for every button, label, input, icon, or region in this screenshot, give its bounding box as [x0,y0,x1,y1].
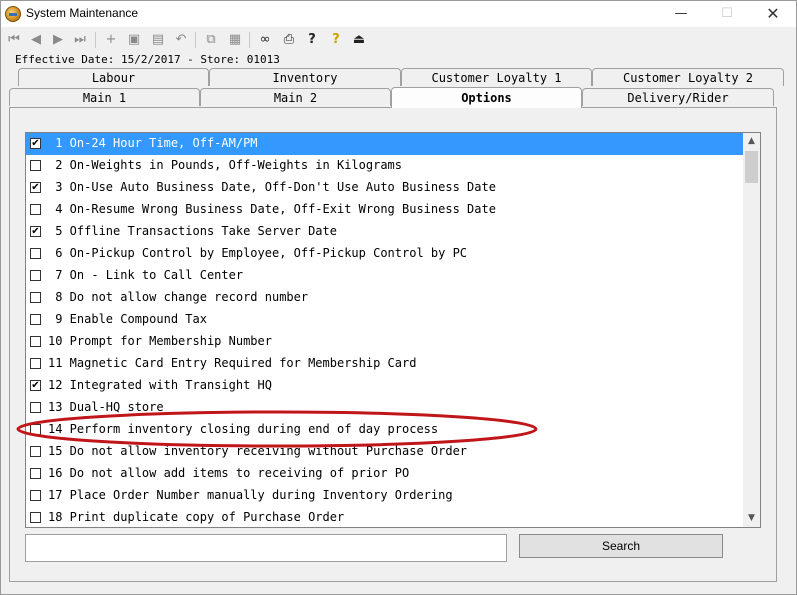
option-label: 4 On-Resume Wrong Business Date, Off-Exi… [48,202,496,216]
system-maintenance-window: System Maintenance — ☐ ✕ ⏮ ◀ ▶ ⏭ + ▣ ▤ ↶… [0,0,797,595]
next-record-icon[interactable]: ▶ [49,31,67,49]
option-label: 11 Magnetic Card Entry Required for Memb… [48,356,417,370]
minimize-button[interactable]: — [658,1,704,27]
paste-icon[interactable]: ▦ [226,31,244,49]
option-label: 15 Do not allow inventory receiving with… [48,444,468,458]
option-checkbox[interactable] [30,490,41,501]
maximize-button[interactable]: ☐ [704,1,750,27]
tab-customer-loyalty-2[interactable]: Customer Loyalty 2 [592,68,784,86]
option-label: 9 Enable Compound Tax [48,312,207,326]
toolbar: ⏮ ◀ ▶ ⏭ + ▣ ▤ ↶ ⧉ ▦ ∞ ⎙ ? ? ⏏ [1,28,796,52]
option-row[interactable]: 6 On-Pickup Control by Employee, Off-Pic… [26,243,744,265]
option-row[interactable]: 7 On - Link to Call Center [26,265,744,287]
help-icon[interactable]: ? [327,31,345,49]
search-input[interactable] [25,534,507,562]
toolbar-separator [95,32,96,48]
option-checkbox[interactable] [30,160,41,171]
copy-icon[interactable]: ⧉ [202,31,220,49]
option-row[interactable]: 17 Place Order Number manually during In… [26,485,744,507]
option-label: 3 On-Use Auto Business Date, Off-Don't U… [48,180,496,194]
option-row[interactable]: 15 Do not allow inventory receiving with… [26,441,744,463]
option-label: 13 Dual-HQ store [48,400,164,414]
option-label: 8 Do not allow change record number [48,290,309,304]
scroll-up-icon[interactable]: ▲ [743,133,760,150]
option-checkbox[interactable] [30,270,41,281]
exit-door-icon[interactable]: ⏏ [350,31,368,49]
option-checkbox[interactable] [30,446,41,457]
option-checkbox[interactable] [30,336,41,347]
option-label: 2 On-Weights in Pounds, Off-Weights in K… [48,158,403,172]
option-checkbox[interactable] [30,292,41,303]
option-checkbox[interactable] [30,512,41,523]
option-label: 18 Print duplicate copy of Purchase Orde… [48,510,345,524]
tab-labour[interactable]: Labour [18,68,209,86]
tab-main-1[interactable]: Main 1 [9,88,200,106]
option-row[interactable]: 11 Magnetic Card Entry Required for Memb… [26,353,744,375]
search-button[interactable]: Search [519,534,723,558]
option-checkbox[interactable] [30,358,41,369]
option-row[interactable]: 13 Dual-HQ store [26,397,744,419]
last-record-icon[interactable]: ⏭ [71,31,89,49]
option-checkbox[interactable] [30,314,41,325]
title-bar[interactable]: System Maintenance — ☐ ✕ [1,1,796,27]
printer-icon[interactable]: ⎙ [280,31,298,49]
option-row[interactable]: ✔ 3 On-Use Auto Business Date, Off-Don't… [26,177,744,199]
window-title: System Maintenance [26,6,139,20]
scroll-down-icon[interactable]: ▼ [743,510,760,527]
tab-main-2[interactable]: Main 2 [200,88,391,106]
option-row[interactable]: 9 Enable Compound Tax [26,309,744,331]
option-label: 1 On-24 Hour Time, Off-AM/PM [48,136,258,150]
option-label: 10 Prompt for Membership Number [48,334,272,348]
option-checkbox[interactable] [30,204,41,215]
options-checklist[interactable]: ✔ 1 On-24 Hour Time, Off-AM/PM 2 On-Weig… [25,132,761,528]
option-label: 16 Do not allow add items to receiving o… [48,466,410,480]
tab-options[interactable]: Options [391,87,582,108]
option-label: 5 Offline Transactions Take Server Date [48,224,337,238]
edit-icon[interactable]: ▣ [125,31,143,49]
option-row[interactable]: ✔ 1 On-24 Hour Time, Off-AM/PM [26,133,744,155]
toolbar-separator [249,32,250,48]
option-checkbox[interactable]: ✔ [30,138,41,149]
toolbar-separator [195,32,196,48]
tab-inventory[interactable]: Inventory [209,68,401,86]
tab-delivery-rider[interactable]: Delivery/Rider [582,88,774,106]
effective-date-label: Effective Date: 15/2/2017 - Store: 01013 [15,53,280,66]
option-row[interactable]: 8 Do not allow change record number [26,287,744,309]
option-checkbox[interactable] [30,248,41,259]
option-label: 17 Place Order Number manually during In… [48,488,453,502]
option-row[interactable]: 18 Print duplicate copy of Purchase Orde… [26,507,744,527]
option-row[interactable]: 10 Prompt for Membership Number [26,331,744,353]
help-pointer-icon[interactable]: ? [303,31,321,49]
option-row[interactable]: ✔ 12 Integrated with Transight HQ [26,375,744,397]
option-row[interactable]: 2 On-Weights in Pounds, Off-Weights in K… [26,155,744,177]
option-row[interactable]: ✔ 5 Offline Transactions Take Server Dat… [26,221,744,243]
scrollbar-thumb[interactable] [745,151,758,183]
option-label: 7 On - Link to Call Center [48,268,244,282]
option-checkbox[interactable] [30,424,41,435]
undo-icon[interactable]: ↶ [172,31,190,49]
option-label: 14 Perform inventory closing during end … [48,422,439,436]
save-icon[interactable]: ▤ [149,31,167,49]
option-checkbox[interactable]: ✔ [30,380,41,391]
binoculars-icon[interactable]: ∞ [256,31,274,49]
app-logo-icon [5,6,21,22]
previous-record-icon[interactable]: ◀ [27,31,45,49]
close-button[interactable]: ✕ [750,1,796,27]
first-record-icon[interactable]: ⏮ [5,31,23,49]
option-label: 6 On-Pickup Control by Employee, Off-Pic… [48,246,468,260]
option-checkbox[interactable] [30,468,41,479]
option-checkbox[interactable]: ✔ [30,226,41,237]
add-icon[interactable]: + [102,31,120,49]
option-label: 12 Integrated with Transight HQ [48,378,272,392]
tab-customer-loyalty-1[interactable]: Customer Loyalty 1 [401,68,592,86]
option-row[interactable]: 4 On-Resume Wrong Business Date, Off-Exi… [26,199,744,221]
option-checkbox[interactable] [30,402,41,413]
option-checkbox[interactable]: ✔ [30,182,41,193]
vertical-scrollbar[interactable]: ▲ ▼ [743,133,760,527]
option-row[interactable]: 16 Do not allow add items to receiving o… [26,463,744,485]
option-row[interactable]: 14 Perform inventory closing during end … [26,419,744,441]
